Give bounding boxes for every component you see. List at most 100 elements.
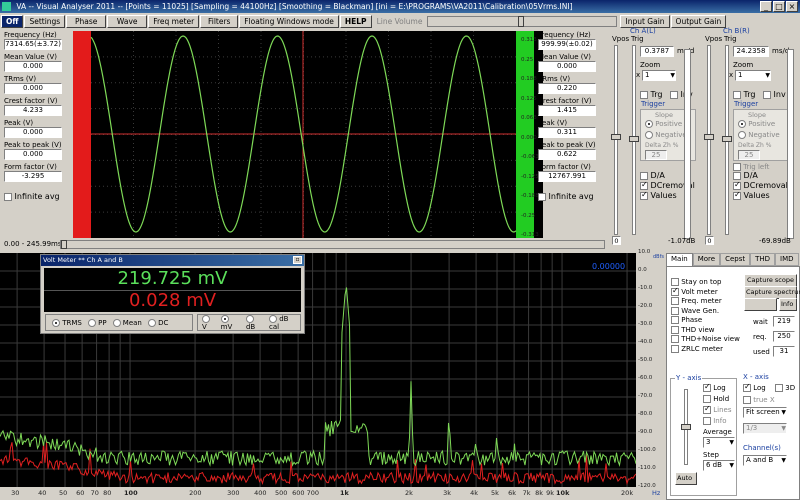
dcremoval-a-checkbox[interactable] (640, 180, 648, 190)
delta-a-field[interactable]: 25 (645, 150, 667, 160)
y-log[interactable]: Log (703, 382, 726, 392)
inv-b[interactable]: Inv (763, 90, 786, 99)
y-info-checkbox[interactable] (703, 417, 711, 425)
infinite-avg-a[interactable]: Infinite avg (4, 192, 70, 201)
infinite-avg-b[interactable]: Infinite avg (538, 192, 604, 201)
unit-mv-radio[interactable] (220, 314, 229, 323)
negative-a[interactable]: Negative (645, 131, 687, 139)
mode-dc[interactable]: DC (147, 318, 168, 327)
infinite-avg-b-checkbox[interactable] (538, 192, 546, 201)
y-hold[interactable]: Hold (703, 395, 729, 403)
y-hold-checkbox[interactable] (703, 395, 711, 403)
y-log-checkbox[interactable] (703, 382, 711, 392)
x-3d[interactable]: 3D (775, 384, 795, 392)
x-log-checkbox[interactable] (743, 382, 751, 392)
infinite-avg-a-checkbox[interactable] (4, 192, 12, 201)
vpos-a-slider[interactable] (611, 45, 621, 235)
x-3d-checkbox[interactable] (775, 384, 783, 392)
tab-thd[interactable]: THD (750, 253, 776, 266)
mode-pp[interactable]: PP (87, 318, 107, 327)
positive-b[interactable]: Positive (738, 120, 775, 128)
time-scroll-slider[interactable] (60, 240, 605, 249)
y-axis-slider[interactable] (681, 389, 691, 465)
restore-icon[interactable]: ▫ (293, 256, 302, 264)
mode-trms[interactable]: TRMS (52, 318, 82, 327)
floating-windows-button[interactable]: Floating Windows mode (239, 15, 339, 28)
main-option-6[interactable]: THD+Noise view (671, 335, 740, 345)
main-option-checkbox[interactable] (671, 306, 679, 315)
vpos-b-zero[interactable]: 0 (705, 236, 714, 245)
vpos-a-zero[interactable]: 0 (612, 236, 621, 245)
main-option-3[interactable]: Wave Gen. (671, 306, 740, 317)
unit-v[interactable]: V (202, 314, 217, 331)
x-log[interactable]: Log (743, 382, 766, 392)
ms-div-b-value[interactable]: 24.2358 (733, 46, 769, 57)
trg-b-checkbox[interactable] (733, 90, 741, 99)
tab-imd[interactable]: IMD (775, 253, 799, 266)
ratio-select[interactable]: 1/3 ▼ (743, 423, 787, 434)
unit-dbcal[interactable]: dB cal (268, 314, 300, 331)
info-button[interactable]: Info (779, 298, 797, 311)
voltmeter-title-bar[interactable]: Volt Meter ** Ch A and B ▫ (41, 255, 304, 266)
freq-meter-button[interactable]: Freq meter (148, 15, 200, 28)
values-b-checkbox[interactable] (733, 190, 741, 200)
wave-button[interactable]: Wave (107, 15, 148, 28)
settings-button[interactable]: Settings (24, 15, 66, 28)
y-lines[interactable]: Lines (703, 404, 731, 414)
positive-a-radio[interactable] (645, 120, 653, 128)
close-icon[interactable]: × (786, 1, 798, 12)
unit-mv[interactable]: mV (220, 314, 242, 331)
ms-div-a-value[interactable]: 0.3787 (640, 46, 674, 57)
mode-trms-radio[interactable] (52, 318, 60, 327)
main-option-checkbox[interactable] (671, 286, 679, 296)
unit-v-radio[interactable] (202, 314, 210, 323)
vpos-b-slider[interactable] (704, 45, 714, 235)
y-lines-checkbox[interactable] (703, 404, 711, 414)
positive-b-radio[interactable] (738, 120, 746, 128)
mode-pp-radio[interactable] (87, 318, 96, 327)
main-option-checkbox[interactable] (671, 297, 679, 305)
trig-left-b-checkbox[interactable] (733, 163, 741, 171)
voltmeter-window[interactable]: Volt Meter ** Ch A and B ▫ 219.725 mV 0.… (40, 254, 305, 334)
main-option-checkbox[interactable] (671, 316, 679, 324)
da-a-checkbox[interactable] (640, 171, 648, 180)
help-button[interactable]: HELP (339, 15, 372, 28)
tab-more[interactable]: More (692, 253, 721, 266)
inv-b-checkbox[interactable] (763, 90, 771, 99)
trg-a[interactable]: Trg (640, 90, 662, 99)
negative-b-radio[interactable] (738, 131, 746, 139)
tab-main[interactable]: Main (666, 253, 693, 266)
main-option-5[interactable]: THD view (671, 325, 740, 336)
average-select[interactable]: 3 ▼ (703, 437, 735, 448)
dcremoval-b-checkbox[interactable] (733, 180, 741, 190)
mode-mean[interactable]: Mean (112, 318, 142, 327)
fit-screen-select[interactable]: Fit screen ▼ (743, 407, 787, 418)
line-volume-slider[interactable] (427, 16, 618, 27)
negative-b[interactable]: Negative (738, 131, 780, 139)
filters-button[interactable]: Filters (200, 15, 239, 28)
zoom-a-select[interactable]: 1 ▼ (642, 70, 676, 81)
dcremoval-b[interactable]: DCremoval (733, 180, 788, 190)
y-info[interactable]: Info (703, 417, 726, 425)
channels-select[interactable]: A and B ▼ (743, 455, 787, 466)
mode-dc-radio[interactable] (147, 318, 156, 327)
main-option-2[interactable]: Freq. meter (671, 297, 740, 307)
off-button[interactable]: Off (1, 15, 24, 28)
values-a[interactable]: Values (640, 190, 677, 200)
x-true[interactable]: true X (743, 396, 775, 404)
oscilloscope[interactable]: 0.313 0.25 0.188 0.125 0.063 0.000 -0.063 -0.12… (73, 31, 543, 238)
main-option-7[interactable]: ZRLC meter (671, 344, 740, 355)
zoom-b-select[interactable]: 1 ▼ (735, 70, 771, 81)
mode-mean-radio[interactable] (112, 318, 121, 327)
trg-b[interactable]: Trg (733, 90, 755, 99)
step-select[interactable]: 6 dB ▼ (703, 460, 735, 471)
main-option-checkbox[interactable] (671, 335, 679, 343)
main-option-4[interactable]: Phase (671, 316, 740, 326)
minimize-icon[interactable]: _ (760, 1, 772, 12)
auto-button[interactable]: Auto (675, 472, 697, 485)
values-a-checkbox[interactable] (640, 190, 648, 200)
positive-a[interactable]: Positive (645, 120, 682, 128)
main-option-checkbox[interactable] (671, 344, 679, 353)
tab-cepst[interactable]: Cepst (720, 253, 751, 266)
negative-a-radio[interactable] (645, 131, 653, 139)
